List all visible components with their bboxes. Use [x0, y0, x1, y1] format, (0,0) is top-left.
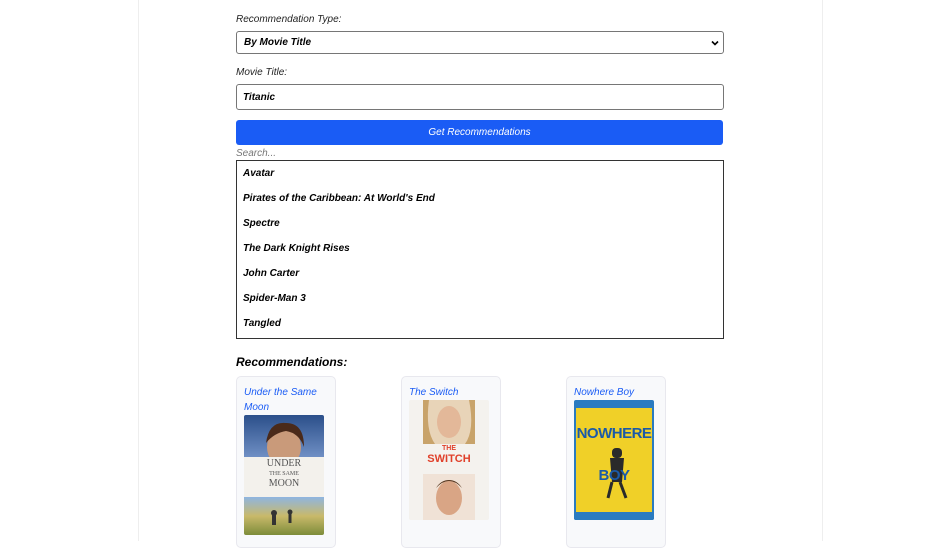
chevron-down-icon	[711, 40, 719, 46]
recommendation-card[interactable]: The Switch THE SWITCH	[401, 376, 501, 548]
recommendation-title-link[interactable]: Under the Same Moon	[244, 385, 328, 415]
poster-title-line: BOY	[598, 467, 630, 484]
recommendation-card[interactable]: Nowhere Boy NOWHERE BOY	[566, 376, 666, 548]
recommendations-heading: Recommendations:	[236, 355, 348, 369]
search-input[interactable]	[236, 146, 723, 160]
movie-poster[interactable]: UNDER THE SAME MOON	[244, 415, 324, 535]
movie-title-input[interactable]	[236, 84, 724, 110]
recommendation-type-value: By Movie Title	[244, 37, 312, 48]
list-item[interactable]: Spectre	[237, 211, 723, 236]
get-recommendations-button[interactable]: Get Recommendations	[236, 120, 723, 145]
movie-title-label: Movie Title:	[236, 67, 288, 78]
movie-poster[interactable]: NOWHERE BOY	[574, 400, 654, 520]
recommendation-title-link[interactable]: The Switch	[409, 385, 493, 400]
list-item[interactable]: Avatar	[237, 161, 723, 186]
movie-list[interactable]: Avatar Pirates of the Caribbean: At Worl…	[236, 160, 724, 339]
list-item[interactable]: Pirates of the Caribbean: At World's End	[237, 186, 723, 211]
recommendation-type-label: Recommendation Type:	[236, 14, 342, 25]
poster-title-line: SWITCH	[427, 453, 471, 465]
list-item[interactable]: John Carter	[237, 261, 723, 286]
list-item[interactable]: Spider-Man 3	[237, 286, 723, 311]
list-item[interactable]: The Dark Knight Rises	[237, 236, 723, 261]
poster-title-line: UNDER	[266, 458, 302, 469]
recommendation-title-link[interactable]: Nowhere Boy	[574, 385, 658, 400]
movie-poster[interactable]: THE SWITCH	[409, 400, 489, 520]
recommendation-type-select[interactable]: By Movie Title	[236, 31, 724, 54]
recommendation-card[interactable]: Under the Same Moon UNDER THE SAME MOON	[236, 376, 336, 548]
poster-title-line: NOWHERE	[576, 425, 652, 442]
list-item[interactable]: Tangled	[237, 311, 723, 336]
poster-title-line: MOON	[268, 478, 300, 489]
